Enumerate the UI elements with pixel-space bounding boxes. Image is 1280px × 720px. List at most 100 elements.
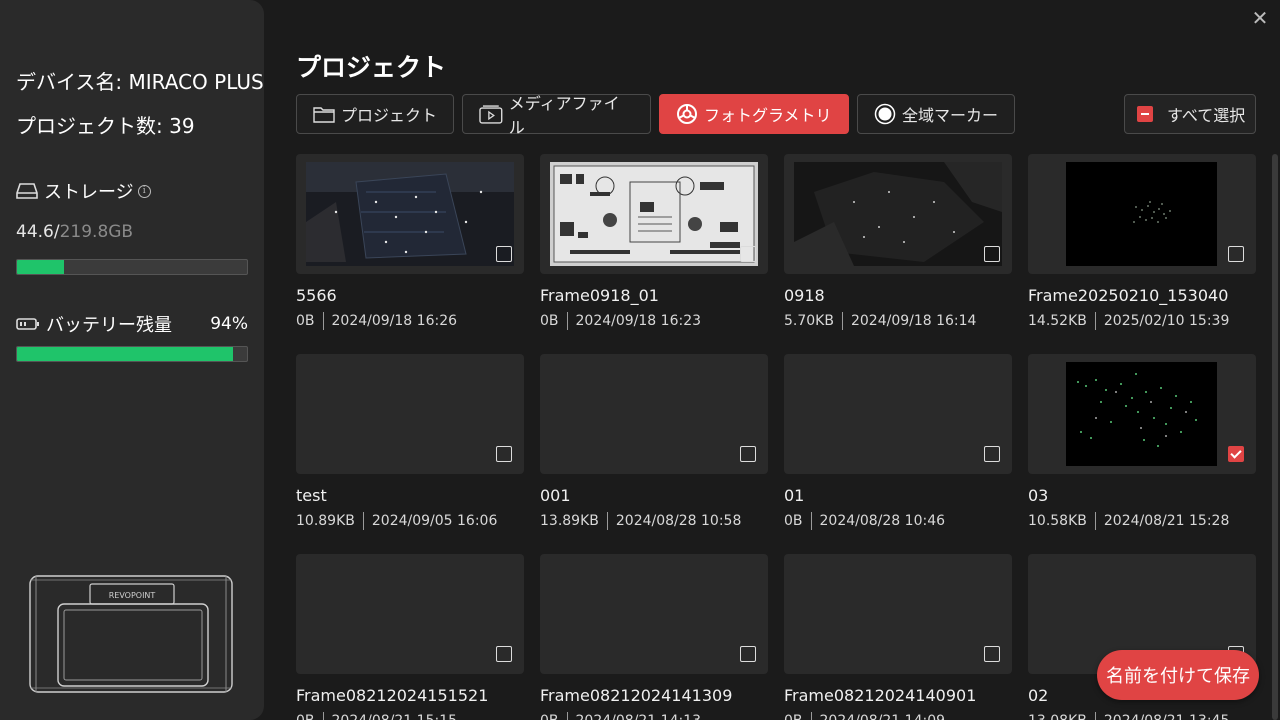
project-name: 0918 xyxy=(784,286,825,305)
media-file-icon xyxy=(479,105,503,124)
meta-divider xyxy=(606,512,608,530)
project-meta: 0B 2024/09/18 16:23 xyxy=(540,312,701,330)
project-meta: 10.58KB 2024/08/21 15:28 xyxy=(1028,512,1229,530)
project-name: 03 xyxy=(1028,486,1049,505)
storage-progress-fill xyxy=(17,260,64,274)
battery-progress-bar xyxy=(16,346,248,362)
project-thumbnail[interactable] xyxy=(540,554,768,674)
project-card[interactable]: Frame08212024141309 0B 2024/08/21 14:13 xyxy=(540,554,768,720)
project-size: 0B xyxy=(784,713,803,720)
thumbnail-image xyxy=(1066,162,1217,266)
project-checkbox[interactable] xyxy=(984,646,1000,662)
select-all-button[interactable]: すべて選択 xyxy=(1124,94,1256,134)
project-card[interactable]: 001 13.89KB 2024/08/28 10:58 xyxy=(540,354,768,544)
project-thumbnail[interactable] xyxy=(1028,154,1256,274)
project-checkbox[interactable] xyxy=(984,246,1000,262)
project-size: 13.08KB xyxy=(1028,713,1087,720)
battery-icon xyxy=(16,318,39,330)
meta-divider xyxy=(362,512,364,530)
project-date: 2024/08/21 14:13 xyxy=(576,713,702,720)
project-checkbox[interactable] xyxy=(984,446,1000,462)
info-icon[interactable]: i xyxy=(137,184,151,198)
project-card[interactable]: 03 10.58KB 2024/08/21 15:28 xyxy=(1028,354,1256,544)
tab-global-marker[interactable]: 全域マーカー xyxy=(857,94,1015,134)
storage-header: ストレージ i xyxy=(16,178,151,204)
tab-photogrammetry[interactable]: フォトグラメトリ xyxy=(659,94,849,134)
storage-label: ストレージ xyxy=(44,182,134,203)
project-thumbnail[interactable] xyxy=(1028,354,1256,474)
project-thumbnail[interactable] xyxy=(296,554,524,674)
project-meta: 0B 2024/08/21 14:13 xyxy=(540,712,701,720)
project-size: 10.89KB xyxy=(296,513,355,529)
project-thumbnail[interactable] xyxy=(784,154,1012,274)
project-card[interactable]: Frame0918_01 0B 2024/09/18 16:23 xyxy=(540,154,768,344)
meta-divider xyxy=(810,712,812,720)
project-card[interactable]: Frame20250210_153040 14.52KB 2025/02/10 15… xyxy=(1028,154,1256,344)
folder-icon xyxy=(313,107,335,123)
project-card[interactable]: 01 0B 2024/08/28 10:46 xyxy=(784,354,1012,544)
project-card[interactable]: Frame08212024151521 0B 2024/08/21 15:15 xyxy=(296,554,524,720)
project-name: 02 xyxy=(1028,686,1049,705)
project-checkbox[interactable] xyxy=(740,246,756,262)
project-meta: 0B 2024/09/18 16:26 xyxy=(296,312,457,330)
battery-header: バッテリー残量 94% xyxy=(16,311,248,337)
save-as-button[interactable]: 名前を付けて保存 xyxy=(1097,650,1259,700)
project-meta: 0B 2024/08/21 15:15 xyxy=(296,712,457,720)
project-grid: 5566 0B 2024/09/18 16:26 Frame0918_01 0B 2024… xyxy=(296,154,1260,720)
thumbnail-image xyxy=(306,162,514,266)
meta-divider xyxy=(566,312,568,330)
meta-divider xyxy=(841,312,843,330)
tab-label: メディアファイル xyxy=(508,94,620,137)
project-name: 001 xyxy=(540,486,571,505)
project-card[interactable]: 0918 5.70KB 2024/09/18 16:14 xyxy=(784,154,1012,344)
project-thumbnail[interactable] xyxy=(784,554,1012,674)
project-thumbnail[interactable] xyxy=(296,354,524,474)
project-thumbnail[interactable] xyxy=(296,154,524,274)
project-thumbnail[interactable] xyxy=(784,354,1012,474)
device-illustration: REVOPOINT xyxy=(29,575,233,693)
project-meta: 5.70KB 2024/09/18 16:14 xyxy=(784,312,976,330)
project-thumbnail[interactable] xyxy=(540,154,768,274)
project-card[interactable]: Frame08212024140901 0B 2024/08/21 14:09 xyxy=(784,554,1012,720)
tab-label: 全域マーカー xyxy=(902,106,999,125)
project-name: Frame08212024151521 xyxy=(296,686,489,705)
tab-media-files[interactable]: メディアファイル xyxy=(462,94,651,137)
storage-used: 44.6/ xyxy=(16,222,60,242)
project-card[interactable]: test 10.89KB 2024/09/05 16:06 xyxy=(296,354,524,544)
project-checkbox[interactable] xyxy=(1228,246,1244,262)
device-brand-text: REVOPOINT xyxy=(109,591,156,600)
meta-divider xyxy=(322,712,324,720)
tab-project[interactable]: プロジェクト xyxy=(296,94,454,134)
project-date: 2024/09/18 16:26 xyxy=(331,313,458,329)
project-name: 01 xyxy=(784,486,805,505)
project-thumbnail[interactable] xyxy=(540,354,768,474)
project-name: test xyxy=(296,486,327,505)
project-checkbox[interactable] xyxy=(740,646,756,662)
project-checkbox[interactable] xyxy=(496,446,512,462)
project-date: 2024/08/28 10:46 xyxy=(819,513,946,529)
project-size: 13.89KB xyxy=(540,513,599,529)
grid-scrollbar[interactable] xyxy=(1272,154,1278,720)
storage-progress-bar xyxy=(16,259,248,275)
project-date: 2024/09/05 16:06 xyxy=(371,513,498,529)
project-name: Frame0918_01 xyxy=(540,286,659,305)
project-size: 14.52KB xyxy=(1028,313,1087,329)
project-date: 2024/09/18 16:23 xyxy=(575,313,702,329)
project-date: 2024/08/21 14:09 xyxy=(820,713,946,720)
project-card[interactable]: 5566 0B 2024/09/18 16:26 xyxy=(296,154,524,344)
project-date: 2025/02/10 15:39 xyxy=(1103,313,1230,329)
project-count: プロジェクト数: 39 xyxy=(16,114,195,138)
project-date: 2024/08/21 15:28 xyxy=(1103,513,1230,529)
project-name: 5566 xyxy=(296,286,337,305)
project-checkbox[interactable] xyxy=(496,246,512,262)
meta-divider xyxy=(1094,712,1096,720)
close-button[interactable]: ✕ xyxy=(1250,8,1270,28)
project-date: 2024/09/18 16:14 xyxy=(850,313,977,329)
project-size: 0B xyxy=(540,313,559,329)
partial-select-checkbox[interactable] xyxy=(1137,106,1153,122)
project-checkbox[interactable] xyxy=(740,446,756,462)
battery-label: バッテリー残量 xyxy=(46,315,172,336)
project-checkbox[interactable] xyxy=(1228,446,1244,462)
project-size: 0B xyxy=(540,713,559,720)
project-checkbox[interactable] xyxy=(496,646,512,662)
